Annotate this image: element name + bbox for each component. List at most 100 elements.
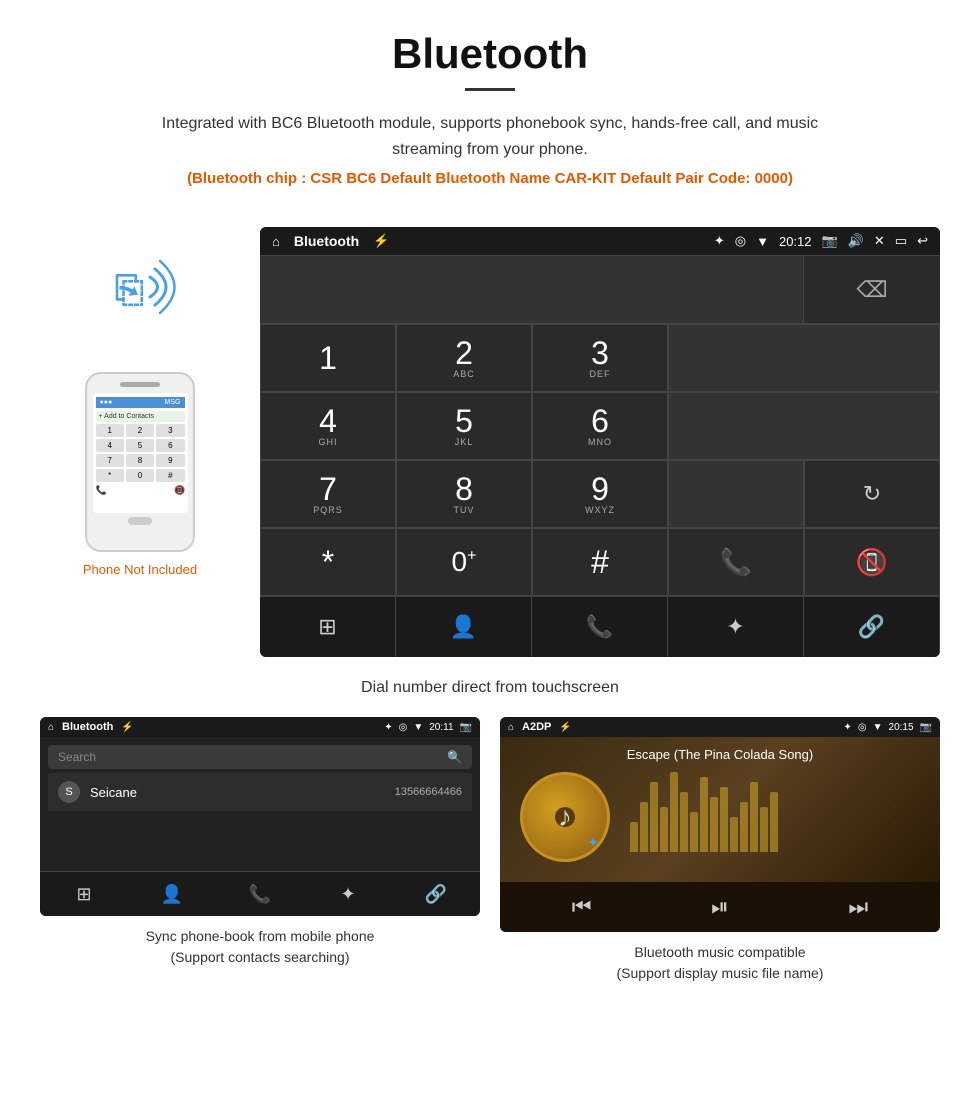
music-loc-icon: ◎: [858, 722, 867, 733]
music-title-status: A2DP: [522, 721, 551, 733]
dial-key-0[interactable]: 0+: [396, 528, 532, 596]
phone-screen-statusbar: ●●●MSG: [96, 397, 185, 408]
pb-nav-contacts-active[interactable]: 👤: [128, 872, 216, 916]
nav-settings-icon[interactable]: 🔗: [804, 597, 940, 657]
phone-key-9: 9: [156, 454, 184, 467]
pb-search-icon: 🔍: [447, 750, 462, 764]
phone-not-included-label: Phone Not Included: [83, 562, 197, 577]
music-bt-icon: ✦: [843, 722, 851, 733]
phone-key-1: 1: [96, 424, 124, 437]
dial-key-1[interactable]: 1: [260, 324, 396, 392]
pb-nav-phone[interactable]: 📞: [216, 872, 304, 916]
play-pause-button[interactable]: ⏯: [711, 894, 729, 920]
eq-bar: [760, 807, 768, 852]
dial-key-star[interactable]: *: [260, 528, 396, 596]
pb-contact-letter: S: [58, 781, 80, 803]
nav-keypad-icon[interactable]: ⊞: [260, 597, 396, 657]
dial-key-5[interactable]: 5 JKL: [396, 392, 532, 460]
eq-bar: [680, 792, 688, 852]
dial-key-4[interactable]: 4 GHI: [260, 392, 396, 460]
call-end-button[interactable]: 📵: [804, 528, 940, 596]
dial-refresh-button[interactable]: ↻: [804, 460, 940, 528]
location-icon: ◎: [735, 233, 746, 249]
bt-overlay-icon: ✦: [587, 834, 599, 851]
music-screenshot: ⌂ A2DP ⚡ ✦ ◎ ▼ 20:15 📷 Escape (The Pina …: [500, 717, 940, 932]
phone-key-3: 3: [156, 424, 184, 437]
pb-spacer: [40, 813, 480, 863]
eq-bar: [650, 782, 658, 852]
call-red-icon: 📵: [856, 547, 888, 578]
eq-bar: [740, 802, 748, 852]
pb-home-icon: ⌂: [48, 722, 54, 733]
dial-display[interactable]: [260, 256, 804, 324]
music-caption: Bluetooth music compatible (Support disp…: [617, 942, 824, 984]
eq-bar: [690, 812, 698, 852]
dial-key-6[interactable]: 6 MNO: [532, 392, 668, 460]
time-display: 20:12: [779, 234, 812, 249]
close-icon: ✕: [874, 233, 885, 249]
home-icon: ⌂: [272, 234, 280, 249]
pb-signal-icon: ▼: [413, 722, 423, 733]
phone-keypad: 1 2 3 4 5 6 7 8 9 * 0 #: [96, 424, 185, 482]
dial-key-2[interactable]: 2 ABC: [396, 324, 532, 392]
dial-key-8[interactable]: 8 TUV: [396, 460, 532, 528]
eq-bar: [640, 802, 648, 852]
dial-empty-row3a: [668, 460, 804, 528]
music-time: 20:15: [889, 722, 914, 733]
dial-empty-row2: [668, 392, 940, 460]
specs-text: (Bluetooth chip : CSR BC6 Default Blueto…: [40, 170, 940, 187]
phone-speaker: [120, 382, 160, 387]
phone-key-4: 4: [96, 439, 124, 452]
music-note-icon: ♪: [558, 801, 572, 833]
dial-key-3[interactable]: 3 DEF: [532, 324, 668, 392]
bottom-row: ⌂ Bluetooth ⚡ ✦ ◎ ▼ 20:11 📷 Search 🔍 S S…: [0, 717, 980, 984]
eq-bar: [750, 782, 758, 852]
eq-bar: [660, 807, 668, 852]
volume-icon: 🔊: [848, 233, 864, 249]
eq-bar: [700, 777, 708, 852]
nav-bluetooth-icon[interactable]: ✦: [668, 597, 804, 657]
pb-usb-icon: ⚡: [121, 722, 133, 733]
phone-key-6: 6: [156, 439, 184, 452]
phone-bottom-bar: 📞 📵: [96, 485, 186, 496]
music-home-icon: ⌂: [508, 722, 514, 733]
camera-icon: 📷: [822, 233, 838, 249]
dial-key-hash[interactable]: #: [532, 528, 668, 596]
bt-status-icon: ✦: [714, 233, 725, 249]
dialer-title: Bluetooth: [294, 233, 359, 249]
usb-icon: ⚡: [373, 233, 389, 249]
equalizer: [630, 777, 920, 857]
phone-add-contact: + Add to Contacts: [96, 411, 185, 422]
pb-nav-keypad[interactable]: ⊞: [40, 872, 128, 916]
pb-contact-row[interactable]: S Seicane 13566664466: [48, 773, 472, 811]
phone-body: ●●●MSG + Add to Contacts 1 2 3 4 5 6 7 8…: [85, 372, 195, 552]
dial-key-7[interactable]: 7 PQRS: [260, 460, 396, 528]
pb-nav-bt[interactable]: ✦: [304, 872, 392, 916]
pb-time: 20:11: [429, 722, 453, 733]
phone-key-hash: #: [156, 469, 184, 482]
dial-key-9[interactable]: 9 WXYZ: [532, 460, 668, 528]
nav-contacts-icon[interactable]: 👤: [396, 597, 532, 657]
nav-phone-icon[interactable]: 📞: [532, 597, 668, 657]
pb-search-placeholder: Search: [58, 750, 96, 764]
pb-nav-link[interactable]: 🔗: [392, 872, 480, 916]
pb-statusbar: ⌂ Bluetooth ⚡ ✦ ◎ ▼ 20:11 📷: [40, 717, 480, 737]
phonebook-screenshot: ⌂ Bluetooth ⚡ ✦ ◎ ▼ 20:11 📷 Search 🔍 S S…: [40, 717, 480, 916]
bluetooth-signal-svg: ⎘: [95, 247, 185, 327]
music-status-left: ⌂ A2DP ⚡: [508, 721, 572, 733]
music-usb-icon: ⚡: [559, 722, 571, 733]
pb-search-box[interactable]: Search 🔍: [48, 745, 472, 769]
backspace-button[interactable]: ⌫: [804, 256, 940, 324]
music-signal-icon: ▼: [873, 722, 883, 733]
eq-bar: [630, 822, 638, 852]
dial-empty-row1: [668, 324, 940, 392]
next-button[interactable]: ⏭: [848, 894, 868, 920]
phone-key-8: 8: [126, 454, 154, 467]
phone-key-2: 2: [126, 424, 154, 437]
bluetooth-signal-wrap: ⎘: [95, 247, 185, 332]
music-art-area: ♪ ✦: [510, 772, 930, 872]
prev-button[interactable]: ⏮: [572, 894, 592, 920]
status-left: ⌂ Bluetooth ⚡: [272, 233, 389, 249]
eq-bar: [720, 787, 728, 852]
call-answer-button[interactable]: 📞: [668, 528, 804, 596]
